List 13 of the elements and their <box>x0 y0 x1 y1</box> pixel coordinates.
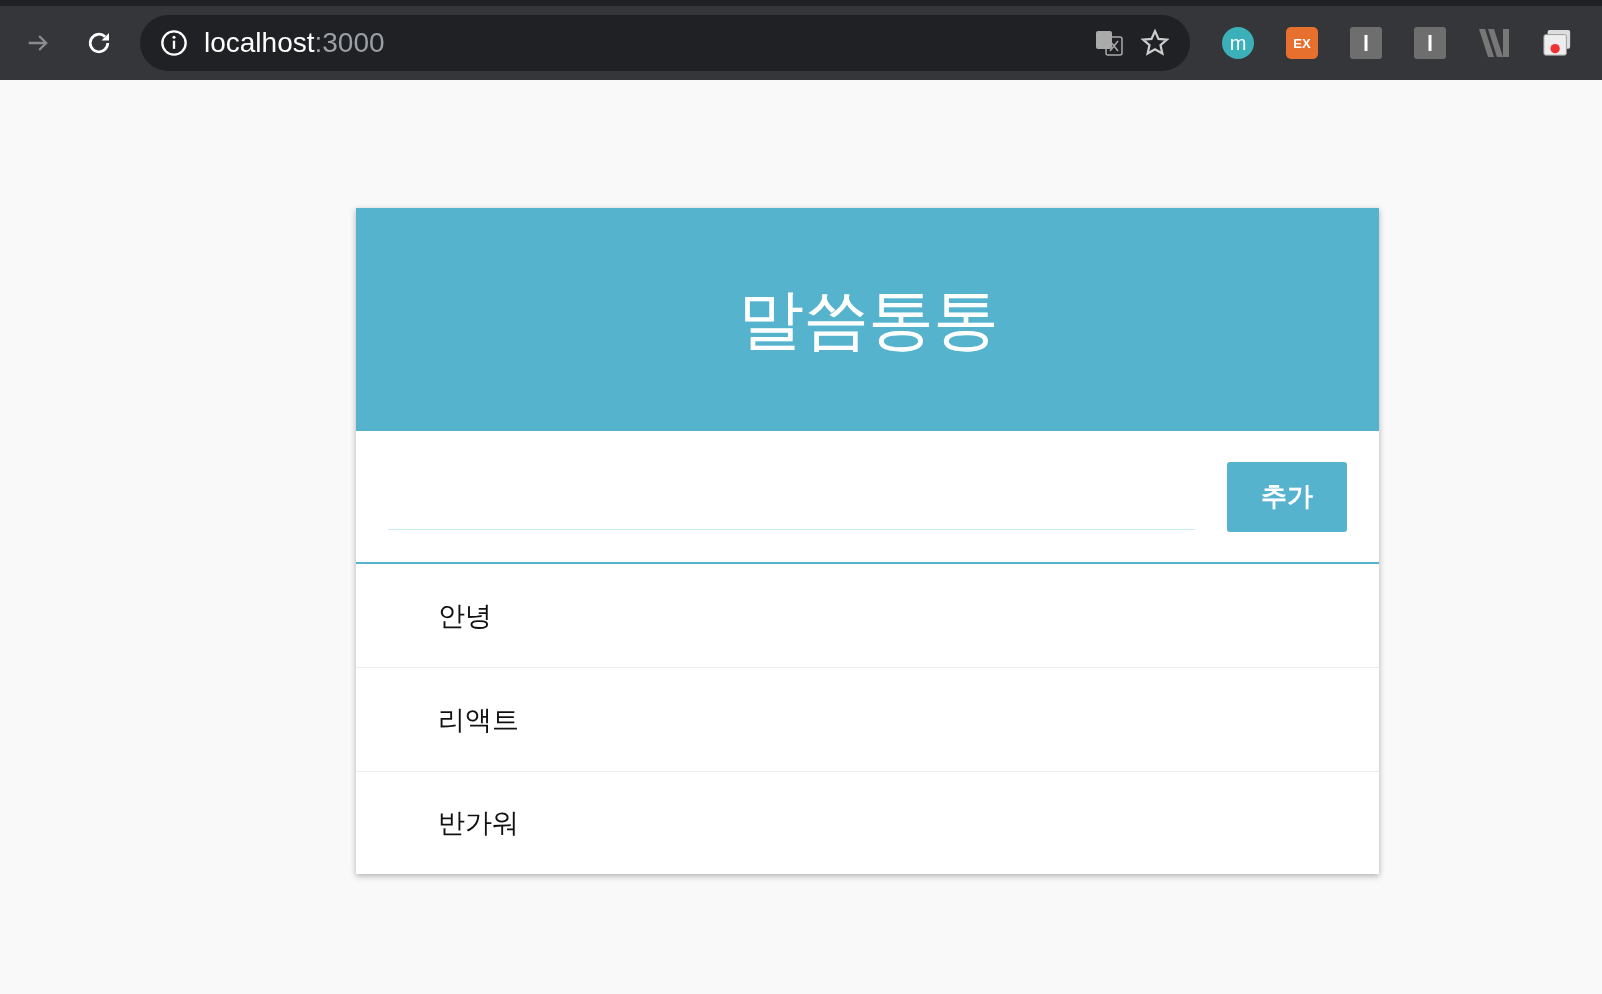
extension-icon[interactable] <box>1350 27 1382 59</box>
app-title: 말씀통통 <box>737 279 998 360</box>
star-icon[interactable] <box>1140 28 1170 58</box>
list-item[interactable]: 반가워 <box>356 772 1379 874</box>
list-item[interactable]: 리액트 <box>356 668 1379 772</box>
address-port: :3000 <box>314 27 385 58</box>
list-item[interactable]: 안녕 <box>356 564 1379 668</box>
extension-icon[interactable] <box>1542 28 1572 58</box>
extension-icon[interactable] <box>1414 27 1446 59</box>
address-bar[interactable]: localhost:3000 <box>140 15 1190 71</box>
info-icon[interactable] <box>160 29 188 57</box>
translate-icon[interactable] <box>1094 28 1124 58</box>
address-host: localhost <box>204 27 315 58</box>
